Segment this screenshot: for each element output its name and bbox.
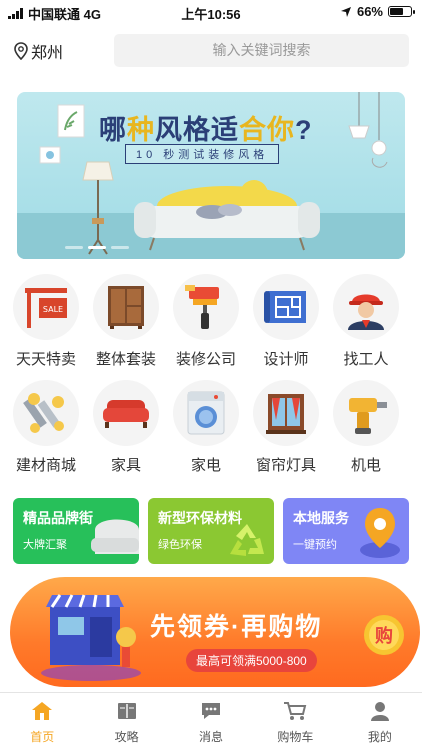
category-label: 整体套装 (95, 351, 156, 368)
category-label: 设计师 (263, 351, 309, 368)
message-icon (202, 703, 221, 719)
sofa-card-icon (91, 519, 139, 554)
promo-tag: 最高可领满5000-800 (186, 649, 317, 672)
category-label: 窗帘灯具 (255, 457, 316, 474)
tab-label: 首页 (30, 730, 55, 744)
banner-pager (65, 246, 129, 249)
category-item[interactable]: 建材商城 (6, 380, 86, 475)
category-item[interactable]: 家具 (86, 380, 166, 475)
floor-lamp-icon (82, 161, 114, 255)
drill-icon (349, 398, 387, 434)
tab-cart[interactable]: 购物车 (253, 693, 337, 750)
promo-pill: 先领券·再购物 最高可领满5000-800 购 (10, 577, 420, 687)
tab-label: 购物车 (277, 730, 314, 744)
picture-frame-icon (57, 104, 85, 138)
location-arrow-icon (340, 6, 351, 17)
shop-illustration-icon (41, 594, 141, 681)
sofa-illustration-icon (134, 180, 320, 251)
screws-icon (23, 393, 64, 433)
top-bar: 郑州 输入关键词搜索 (0, 30, 422, 70)
location-pin-icon (14, 42, 28, 60)
category-label: 机电 (350, 457, 381, 474)
category-label: 天天特卖 (15, 351, 76, 368)
battery-icon (388, 6, 415, 17)
bottom-tab-bar: 首页 攻略 消息 购物车 我的 (0, 692, 422, 750)
feature-cards: 精品品牌街 大牌汇聚 新型环保材料 绿色环保 本地服务 一键预约 (0, 498, 422, 564)
card-subtitle: 一键预约 (293, 539, 337, 551)
tab-home[interactable]: 首页 (0, 693, 84, 750)
tab-messages[interactable]: 消息 (169, 693, 253, 750)
home-icon (32, 702, 53, 720)
wardrobe-icon (108, 286, 144, 329)
pendant-lamp-icon (348, 92, 388, 168)
banner-subtitle: 10 秒测试装修风格 (125, 144, 280, 164)
category-item[interactable]: 装修公司 (166, 274, 246, 369)
eco-material-card[interactable]: 新型环保材料 绿色环保 (148, 498, 274, 564)
category-label: 家具 (110, 457, 141, 474)
city-selector[interactable]: 郑州 (14, 39, 63, 63)
coin-icon: 购 (364, 615, 404, 655)
battery-percent: 66% (356, 4, 383, 19)
user-icon (370, 702, 389, 721)
picture-frame-small-icon (39, 146, 61, 164)
map-pin-icon (360, 508, 400, 558)
sofa-icon (103, 400, 149, 428)
category-item[interactable]: 窗帘灯具 (246, 380, 326, 475)
hero-banner[interactable]: 哪种风格适合你? 10 秒测试装修风格 (17, 92, 405, 259)
tab-guide[interactable]: 攻略 (84, 693, 168, 750)
card-title: 精品品牌街 (23, 510, 93, 526)
washing-machine-icon (187, 391, 225, 435)
pager-dot[interactable] (111, 246, 129, 249)
book-icon (117, 703, 136, 719)
search-input[interactable]: 输入关键词搜索 (114, 34, 409, 67)
brand-street-card[interactable]: 精品品牌街 大牌汇聚 (13, 498, 139, 564)
local-service-card[interactable]: 本地服务 一键预约 (283, 498, 409, 564)
category-item[interactable]: 找工人 (326, 274, 406, 369)
coupon-promo-banner[interactable]: 先领券·再购物 最高可领满5000-800 购 (10, 577, 422, 689)
city-label: 郑州 (31, 45, 64, 62)
category-item[interactable]: 家电 (166, 380, 246, 475)
category-label: 找工人 (343, 351, 389, 368)
promo-title: 先领券·再购物 (150, 613, 323, 641)
window-curtain-icon (266, 394, 306, 434)
tab-label: 消息 (199, 730, 224, 744)
tab-label: 攻略 (114, 730, 139, 744)
tab-label: 我的 (367, 730, 392, 744)
card-title: 本地服务 (293, 510, 349, 526)
card-subtitle: 绿色环保 (158, 539, 202, 551)
card-subtitle: 大牌汇聚 (23, 539, 67, 551)
category-item[interactable]: 整体套装 (86, 274, 166, 369)
category-label: 家电 (190, 457, 221, 474)
pager-dot-active[interactable] (88, 246, 106, 249)
cart-icon (284, 702, 307, 720)
status-bar: 中国联通 4G 上午10:56 66% (0, 0, 422, 24)
tab-profile[interactable]: 我的 (338, 693, 422, 750)
category-label: 装修公司 (175, 351, 236, 368)
card-title: 新型环保材料 (158, 510, 242, 526)
svg-text:购: 购 (375, 625, 393, 647)
blueprint-icon (264, 291, 306, 323)
sale-sign-icon: SALE (25, 288, 67, 328)
category-item[interactable]: 机电 (326, 380, 406, 475)
category-item[interactable]: SALE 天天特卖 (6, 274, 86, 369)
worker-icon (348, 294, 384, 330)
category-label: 建材商城 (15, 457, 76, 474)
pager-dot[interactable] (65, 246, 83, 249)
paint-roller-icon (185, 285, 219, 329)
banner-headline: 哪种风格适合你? (99, 115, 313, 145)
svg-text:SALE: SALE (43, 305, 63, 314)
category-item[interactable]: 设计师 (246, 274, 326, 369)
